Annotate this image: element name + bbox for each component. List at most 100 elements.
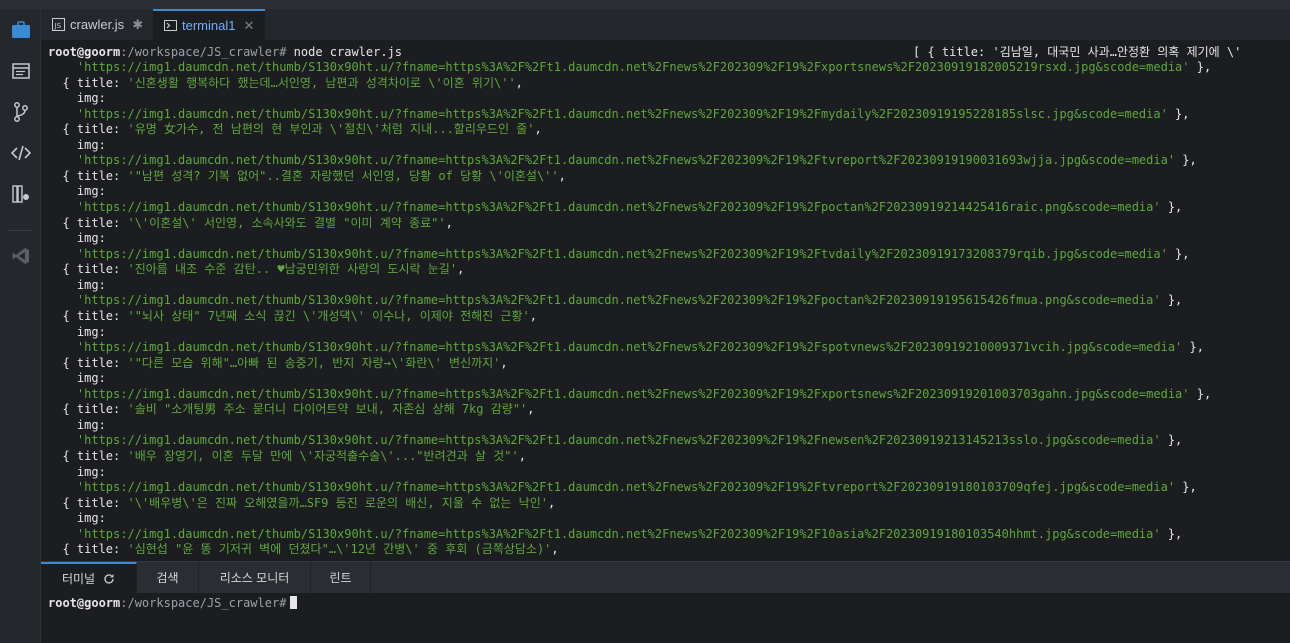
output-key: { title: — [48, 449, 128, 463]
output-value: { title: '\'배우병\'은 진짜 오해였을까…SF9 등진 로운의 배… — [48, 496, 555, 510]
output-value: img: — [48, 465, 106, 479]
close-icon[interactable]: ✕ — [243, 18, 254, 34]
output-string: 'https://img1.daumcdn.net/thumb/S130x90h… — [76, 60, 1190, 74]
output-key: img: — [48, 464, 106, 479]
editor-tab-bar: JS crawler.js ✱ terminal1 ✕ — [41, 9, 1290, 40]
tab-terminal1[interactable]: terminal1 ✕ — [153, 9, 265, 40]
output-key: img: — [48, 371, 106, 386]
output-value: img: — [48, 511, 106, 525]
terminal-output[interactable]: root@goorm:/workspace/JS_crawler# node c… — [41, 40, 1290, 561]
output-punct: , — [547, 495, 556, 510]
code-button[interactable] — [0, 133, 41, 173]
project-explorer-button[interactable] — [0, 10, 41, 50]
output-key — [48, 340, 77, 354]
svg-text:JS: JS — [53, 22, 61, 30]
output-line: img: — [48, 278, 106, 293]
prompt-user: root@goorm — [48, 45, 121, 59]
briefcase-icon — [11, 21, 30, 38]
js-file-icon: JS — [51, 18, 65, 32]
output-line: img: — [48, 371, 106, 386]
panel-tab-resource-monitor[interactable]: 리소스 모니터 — [199, 562, 311, 593]
output-string: '"다른 모습 위해"…아빠 된 송중기, 반지 자랑→\'화란\' 변신까지' — [127, 355, 501, 370]
output-key: { title: — [48, 308, 128, 323]
output-line: { title: '진아름 내조 수준 감탄.. ♥남궁민위한 사랑의 도시락 … — [48, 262, 464, 277]
vscode-button[interactable] — [0, 236, 41, 276]
output-key — [48, 200, 77, 214]
output-value: { title: '솔비 "소개팅男 주소 묻더니 다이어트약 보내, 자존심 … — [48, 402, 535, 417]
output-key: { title: — [48, 215, 128, 230]
output-value: { title: '배우 장영기, 이혼 두달 만에 \'자궁적출수술\'...… — [48, 449, 525, 463]
output-punct: }, — [1167, 106, 1190, 121]
output-key: img: — [48, 184, 106, 199]
panel-prompt-line: root@goorm:/workspace/JS_crawler# — [48, 596, 298, 611]
output-value: 'https://img1.daumcdn.net/thumb/S130x90h… — [48, 340, 1204, 354]
output-line: img: — [48, 138, 106, 153]
modified-indicator-icon[interactable]: ✱ — [132, 17, 143, 33]
output-key — [48, 153, 77, 167]
output-punct: }, — [1189, 60, 1212, 74]
refresh-icon[interactable] — [103, 573, 115, 585]
panel-terminal[interactable]: root@goorm:/workspace/JS_crawler# — [41, 593, 1290, 643]
output-line: 'https://img1.daumcdn.net/thumb/S130x90h… — [48, 107, 1190, 122]
output-line: img: — [48, 184, 106, 199]
output-value: 'https://img1.daumcdn.net/thumb/S130x90h… — [48, 387, 1211, 401]
output-punct: , — [534, 122, 542, 137]
output-value: img: — [48, 418, 106, 432]
panel-tab-lint[interactable]: 린트 — [311, 562, 371, 593]
output-string: '"남편 성격? 기복 없어"..결혼 자랑했던 서인영, 당황 of 당황 \… — [127, 168, 559, 183]
output-punct: }, — [1167, 246, 1190, 261]
output-string: '\'배우병\'은 진짜 오해였을까…SF9 등진 로운의 배신, 지울 수 없… — [127, 495, 548, 510]
output-line: { title: '\'이혼설\' 서인영, 소속사와도 결별 "이미 계약 종… — [48, 215, 452, 231]
output-string: '진아름 내조 수준 감탄.. ♥남궁민위한 사랑의 도시락 눈길' — [127, 262, 458, 277]
output-value: img: — [48, 278, 106, 292]
output-key: img: — [48, 417, 106, 432]
output-key — [48, 480, 77, 494]
output-string: '솔비 "소개팅男 주소 묻더니 다이어트약 보내, 자존심 상해 7kg 감량… — [127, 402, 528, 417]
output-key — [48, 527, 77, 541]
output-punct: , — [500, 355, 508, 370]
prompt-user: root@goorm — [48, 596, 121, 610]
output-line: 'https://img1.daumcdn.net/thumb/S130x90h… — [48, 60, 1211, 75]
panel-tab-terminal[interactable]: 터미널 — [41, 562, 137, 593]
prompt-path: :/workspace/JS_crawler# — [120, 596, 287, 610]
output-line: { title: '"뇌사 상태" 7년째 소식 끊긴 \'개성댁\' 이수나,… — [48, 309, 537, 324]
output-line: img: — [48, 91, 106, 106]
output-line: { title: '배우 장영기, 이혼 두달 만에 \'자궁적출수술\'...… — [48, 449, 525, 464]
tab-crawler-js[interactable]: JS crawler.js ✱ — [41, 9, 151, 40]
tab-label: terminal1 — [182, 18, 236, 33]
output-string: 'https://img1.daumcdn.net/thumb/S130x90h… — [76, 200, 1161, 215]
panel-tab-label: 린트 — [329, 571, 352, 585]
output-value: 'https://img1.daumcdn.net/thumb/S130x90h… — [48, 293, 1182, 307]
output-value: img: — [48, 231, 106, 245]
panel-tab-label: 검색 — [156, 571, 179, 585]
panel-tab-label: 터미널 — [61, 572, 96, 586]
command-text: node crawler.js — [286, 45, 403, 59]
output-punct: }, — [1175, 153, 1197, 168]
output-punct: , — [527, 402, 535, 417]
output-string: 'https://img1.daumcdn.net/thumb/S130x90h… — [76, 526, 1161, 541]
panel-tab-search[interactable]: 검색 — [137, 562, 199, 593]
output-line: img: — [48, 418, 106, 433]
output-value: img: — [48, 184, 106, 198]
extensions-button[interactable] — [0, 174, 41, 214]
output-key: { title: — [48, 122, 128, 137]
output-punct: , — [551, 542, 559, 557]
output-string: '"뇌사 상태" 7년째 소식 끊긴 \'개성댁\' 이수나, 이제야 전해진 … — [127, 308, 530, 323]
output-line: img: — [48, 465, 106, 480]
output-key: { title: — [48, 75, 128, 90]
output-line: 'https://img1.daumcdn.net/thumb/S130x90h… — [48, 200, 1182, 215]
output-value: 'https://img1.daumcdn.net/thumb/S130x90h… — [48, 247, 1190, 261]
terminal-icon — [163, 19, 177, 33]
output-punct: , — [558, 168, 566, 183]
output-punct: }, — [1182, 340, 1204, 355]
output-punct: , — [515, 75, 523, 90]
output-key: { title: — [48, 262, 128, 277]
source-control-button[interactable] — [0, 92, 41, 132]
output-key — [48, 433, 77, 447]
document-panel-button[interactable] — [0, 51, 41, 91]
window-icon — [11, 63, 30, 79]
output-key — [48, 60, 77, 74]
output-value: 'https://img1.daumcdn.net/thumb/S130x90h… — [48, 153, 1197, 167]
output-line: { title: '유명 女가수, 전 남편의 현 부인과 \'절친\'처럼 지… — [48, 122, 542, 137]
output-value: 'https://img1.daumcdn.net/thumb/S130x90h… — [48, 527, 1182, 541]
